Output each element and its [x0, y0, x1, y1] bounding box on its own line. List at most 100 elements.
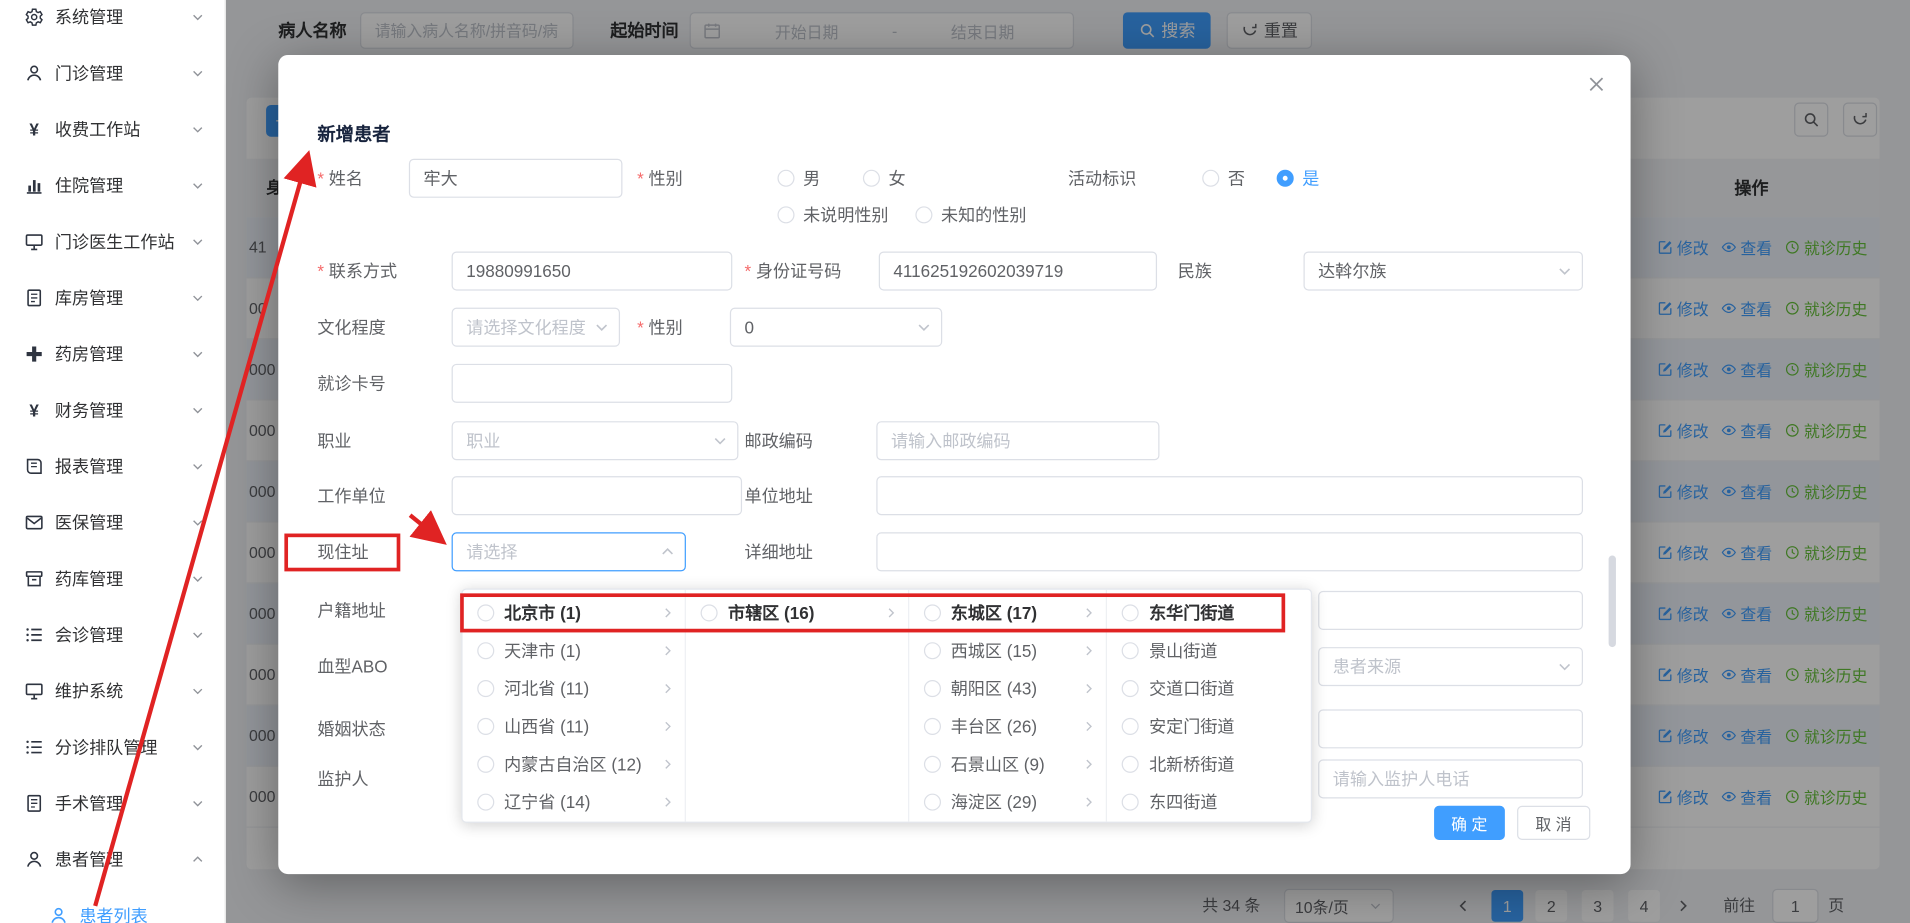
cascader-option[interactable]: 天津市 (1)	[463, 631, 686, 669]
gender-unknown-radio[interactable]: 未知的性别	[915, 195, 1026, 234]
household-right-input[interactable]	[1318, 591, 1583, 630]
card-no-input[interactable]	[452, 364, 733, 403]
confirm-button[interactable]: 确 定	[1434, 806, 1504, 840]
chevron-right-icon	[661, 681, 676, 696]
cascader-option[interactable]: 辽宁省 (14)	[463, 783, 686, 821]
sidebar-item-fee-station[interactable]: ¥收费工作站	[0, 101, 225, 157]
sidebar-item-consultation[interactable]: 会诊管理	[0, 607, 225, 663]
cascader-option[interactable]: 海淀区 (29)	[909, 783, 1106, 821]
yen-icon: ¥	[24, 400, 44, 420]
postcode-input[interactable]	[876, 421, 1159, 460]
idcard-input[interactable]	[879, 252, 1157, 291]
cascader-option[interactable]: 朝阳区 (43)	[909, 669, 1106, 707]
cascader-option[interactable]: 东城区 (17)	[909, 593, 1106, 631]
sidebar-item-inpatient[interactable]: 住院管理	[0, 157, 225, 213]
patient-list-icon	[49, 906, 69, 923]
sidebar-item-doctor-station[interactable]: 门诊医生工作站	[0, 214, 225, 270]
gender-label: 性别	[637, 159, 683, 198]
education-label: 文化程度	[317, 308, 385, 347]
chevron-down-icon	[712, 432, 729, 449]
patient-source-select[interactable]: 患者来源	[1318, 647, 1583, 686]
chevron-right-icon	[661, 643, 676, 658]
gender-unspecified-radio[interactable]: 未说明性别	[777, 195, 888, 234]
modal-scrollbar[interactable]	[1609, 556, 1616, 648]
chevron-down-icon	[190, 740, 205, 755]
chevron-down-icon	[190, 234, 205, 249]
education-select[interactable]: 请选择文化程度	[452, 308, 620, 347]
radio-circle-icon	[915, 206, 932, 223]
sidebar-item-outpatient[interactable]: 门诊管理	[0, 45, 225, 101]
yen-icon: ¥	[24, 120, 44, 140]
chevron-down-icon	[190, 515, 205, 530]
cascader-option[interactable]: 内蒙古自治区 (12)	[463, 745, 686, 783]
sidebar-item-patient-list[interactable]: 患者列表	[0, 888, 225, 923]
sidebar-item-drug-storage[interactable]: 药库管理	[0, 551, 225, 607]
close-icon[interactable]	[1587, 74, 1607, 94]
occupation-select[interactable]: 职业	[452, 421, 739, 460]
chevron-down-icon	[190, 403, 205, 418]
current-address-cascader[interactable]: 请选择	[452, 532, 686, 571]
detail-address-input[interactable]	[876, 532, 1583, 571]
sidebar-item-report[interactable]: 报表管理	[0, 438, 225, 494]
gender2-select[interactable]: 0	[730, 308, 942, 347]
address-cascader-dropdown: 北京市 (1) 天津市 (1) 河北省 (11) 山西省 (11) 内蒙古自治区…	[461, 588, 1312, 822]
sidebar-item-system[interactable]: 系统管理	[0, 0, 225, 45]
book-icon	[24, 457, 44, 477]
unit-address-input[interactable]	[876, 476, 1583, 515]
chevron-down-icon	[190, 10, 205, 25]
unit-address-label: 单位地址	[745, 476, 813, 515]
sidebar: 系统管理 门诊管理 ¥收费工作站 住院管理 门诊医生工作站 库房管理 药房管理 …	[0, 0, 226, 923]
chevron-right-icon	[661, 756, 676, 771]
radio-circle-icon	[1122, 642, 1139, 659]
gender-male-radio[interactable]: 男	[777, 159, 820, 198]
sidebar-item-warehouse[interactable]: 库房管理	[0, 270, 225, 326]
household-address-label: 户籍地址	[317, 591, 385, 630]
gender-female-radio[interactable]: 女	[863, 159, 906, 198]
cascader-option[interactable]: 交道口街道	[1108, 669, 1311, 707]
chevron-right-icon	[1082, 681, 1097, 696]
sidebar-item-finance[interactable]: ¥财务管理	[0, 382, 225, 438]
cascader-option[interactable]: 景山街道	[1108, 631, 1311, 669]
cascader-option[interactable]: 丰台区 (26)	[909, 707, 1106, 745]
current-address-label: 现住址	[317, 532, 368, 571]
radio-circle-icon	[777, 170, 794, 187]
sidebar-item-maintenance[interactable]: 维护系统	[0, 663, 225, 719]
sidebar-item-patient[interactable]: 患者管理	[0, 831, 225, 887]
cascader-option[interactable]: 山西省 (11)	[463, 707, 686, 745]
radio-circle-icon	[924, 679, 941, 696]
cascader-option[interactable]: 东华门街道	[1108, 593, 1311, 631]
marital-right-input[interactable]	[1318, 709, 1583, 748]
work-unit-input[interactable]	[452, 476, 742, 515]
bar-chart-icon	[24, 176, 44, 196]
cascader-option[interactable]: 石景山区 (9)	[909, 745, 1106, 783]
guardian-phone-input[interactable]	[1318, 759, 1583, 798]
sidebar-item-triage-queue[interactable]: 分诊排队管理	[0, 719, 225, 775]
sidebar-item-pharmacy[interactable]: 药房管理	[0, 326, 225, 382]
cascader-option[interactable]: 市辖区 (16)	[686, 593, 907, 631]
cascader-option[interactable]: 北京市 (1)	[463, 593, 686, 631]
cascader-option[interactable]: 北新桥街道	[1108, 745, 1311, 783]
active-yes-radio[interactable]: 是	[1277, 159, 1320, 198]
chevron-right-icon	[1082, 605, 1097, 620]
chevron-down-icon	[1556, 262, 1573, 279]
chevron-down-icon	[190, 66, 205, 81]
sidebar-item-surgery[interactable]: 手术管理	[0, 775, 225, 831]
cancel-button[interactable]: 取 消	[1517, 806, 1590, 840]
sidebar-item-insurance[interactable]: 医保管理	[0, 494, 225, 550]
chevron-right-icon	[661, 605, 676, 620]
cascader-option[interactable]: 安定门街道	[1108, 707, 1311, 745]
cascader-option[interactable]: 西城区 (15)	[909, 631, 1106, 669]
cascader-option[interactable]: 东四街道	[1108, 783, 1311, 821]
active-no-radio[interactable]: 否	[1202, 159, 1245, 198]
contact-input[interactable]	[452, 252, 733, 291]
ethnicity-select[interactable]: 达斡尔族	[1303, 252, 1582, 291]
cascader-street-column: 东华门街道 景山街道 交道口街道 安定门街道 北新桥街道 东四街道	[1108, 590, 1311, 822]
cascader-option[interactable]: 河北省 (11)	[463, 669, 686, 707]
radio-circle-icon	[924, 755, 941, 772]
name-input[interactable]	[409, 159, 623, 198]
chevron-down-icon	[190, 684, 205, 699]
radio-circle-icon	[477, 717, 494, 734]
contact-label: 联系方式	[317, 252, 397, 291]
gender2-label: 性别	[637, 308, 683, 347]
chevron-down-icon	[190, 628, 205, 643]
